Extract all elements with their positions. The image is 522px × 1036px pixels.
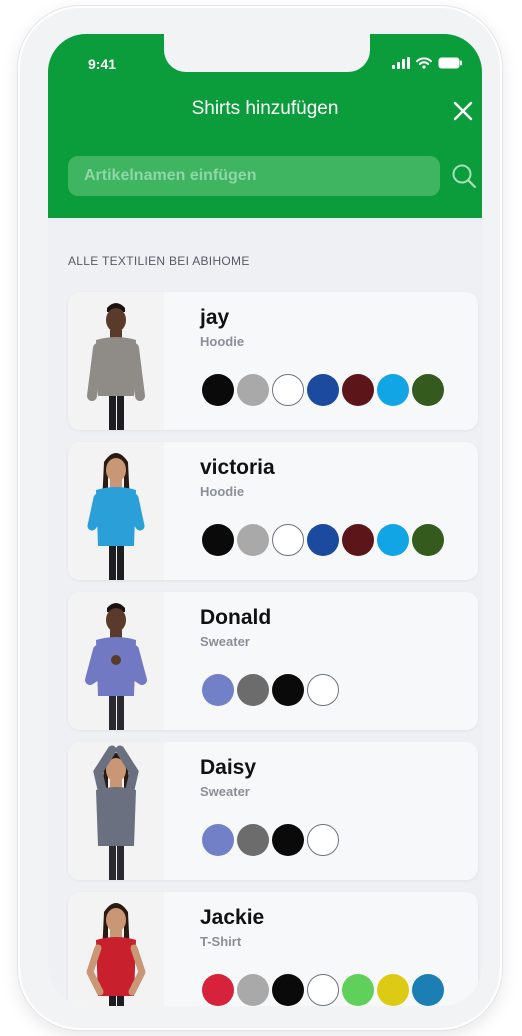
product-type: Hoodie	[200, 334, 245, 349]
product-image	[68, 442, 164, 580]
app-screen: 9:41 Shirts hinzufügen Artikelnamen einf…	[48, 34, 482, 1006]
color-swatch[interactable]	[307, 524, 339, 556]
color-swatch[interactable]	[202, 974, 234, 1006]
color-swatch[interactable]	[307, 824, 339, 856]
product-type: Sweater	[200, 634, 250, 649]
color-swatch[interactable]	[412, 974, 444, 1006]
color-swatch[interactable]	[237, 524, 269, 556]
color-swatch[interactable]	[307, 374, 339, 406]
color-swatch[interactable]	[272, 674, 304, 706]
color-swatch[interactable]	[272, 524, 304, 556]
product-list: jay Hoodie victoria Hoodie Donald Sweater	[68, 292, 478, 1006]
phone-notch	[164, 34, 370, 72]
status-time: 9:41	[88, 56, 117, 72]
color-swatches	[202, 824, 339, 856]
color-swatch[interactable]	[342, 974, 374, 1006]
product-type: Hoodie	[200, 484, 245, 499]
color-swatch[interactable]	[237, 374, 269, 406]
color-swatch[interactable]	[412, 374, 444, 406]
product-card-daisy[interactable]: Daisy Sweater	[68, 742, 478, 880]
color-swatch[interactable]	[272, 974, 304, 1006]
color-swatch[interactable]	[412, 524, 444, 556]
product-image	[68, 742, 164, 880]
search-field[interactable]	[68, 156, 440, 196]
color-swatch[interactable]	[342, 524, 374, 556]
color-swatches	[202, 524, 444, 556]
product-card-victoria[interactable]: victoria Hoodie	[68, 442, 478, 580]
color-swatch[interactable]	[377, 524, 409, 556]
product-card-donald[interactable]: Donald Sweater	[68, 592, 478, 730]
color-swatches	[202, 374, 444, 406]
product-card-jay[interactable]: jay Hoodie	[68, 292, 478, 430]
color-swatch[interactable]	[237, 674, 269, 706]
color-swatch[interactable]	[342, 374, 374, 406]
product-image	[68, 892, 164, 1006]
product-image	[68, 292, 164, 430]
signal-icon	[392, 57, 410, 69]
color-swatch[interactable]	[307, 974, 339, 1006]
color-swatches	[202, 974, 444, 1006]
product-type: Sweater	[200, 784, 250, 799]
color-swatch[interactable]	[237, 974, 269, 1006]
color-swatch[interactable]	[202, 524, 234, 556]
color-swatch[interactable]	[237, 824, 269, 856]
wifi-icon	[416, 57, 432, 69]
color-swatch[interactable]	[202, 674, 234, 706]
color-swatch[interactable]	[202, 824, 234, 856]
header-bar: 9:41 Shirts hinzufügen	[48, 34, 482, 218]
product-name: Daisy	[200, 756, 257, 779]
section-label: ALLE TEXTILIEN BEI ABIHOME	[68, 254, 250, 268]
search-input[interactable]	[82, 166, 426, 186]
product-name: Jackie	[200, 906, 265, 929]
product-name: Donald	[200, 606, 272, 629]
product-name: jay	[200, 306, 230, 329]
close-icon[interactable]	[450, 98, 476, 124]
product-name: victoria	[200, 456, 275, 479]
color-swatch[interactable]	[377, 374, 409, 406]
status-icons	[392, 56, 462, 70]
product-image	[68, 592, 164, 730]
color-swatches	[202, 674, 339, 706]
product-type: T-Shirt	[200, 934, 242, 949]
page-title: Shirts hinzufügen	[191, 98, 339, 119]
color-swatch[interactable]	[377, 974, 409, 1006]
color-swatch[interactable]	[272, 824, 304, 856]
battery-icon	[438, 57, 462, 69]
color-swatch[interactable]	[307, 674, 339, 706]
product-card-jackie[interactable]: Jackie T-Shirt	[68, 892, 478, 1006]
color-swatch[interactable]	[202, 374, 234, 406]
search-icon[interactable]	[450, 162, 478, 190]
color-swatch[interactable]	[272, 374, 304, 406]
